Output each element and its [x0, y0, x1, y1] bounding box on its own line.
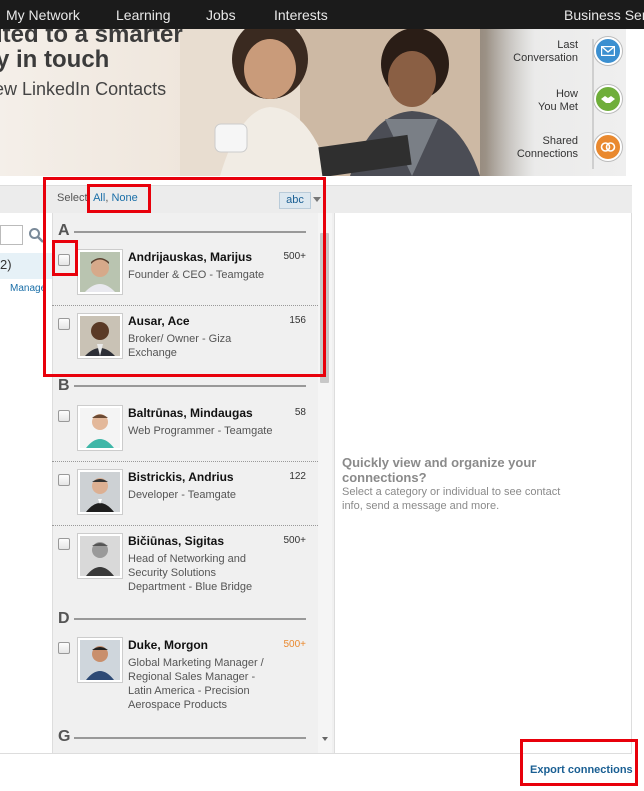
- connection-count: 500+: [283, 535, 306, 546]
- list-separator: [52, 525, 318, 526]
- contact-title: Head of Networking and Security Solution…: [128, 553, 253, 593]
- search-icon[interactable]: [28, 227, 44, 243]
- avatar[interactable]: [77, 469, 123, 515]
- contact-checkbox[interactable]: [58, 642, 70, 654]
- detail-subtext: Select a category or individual to see c…: [342, 486, 561, 512]
- nav-business-services[interactable]: Business Serv: [564, 7, 644, 23]
- contact-checkbox[interactable]: [58, 538, 70, 550]
- nav-jobs[interactable]: Jobs: [206, 7, 236, 23]
- contact-card-biciunas[interactable]: Bičiūnas, Sigitas Head of Networking and…: [52, 531, 318, 609]
- annotation-box-select: [87, 184, 151, 213]
- contact-photo: [80, 472, 120, 512]
- avatar[interactable]: [77, 637, 123, 683]
- contact-card-duke[interactable]: Duke, Morgon Global Marketing Manager / …: [52, 635, 318, 715]
- contact-title: Global Marketing Manager / Regional Sale…: [128, 657, 264, 711]
- contact-name[interactable]: Duke, Morgon: [128, 638, 208, 652]
- contact-checkbox[interactable]: [58, 474, 70, 486]
- search-input[interactable]: [0, 225, 23, 245]
- annotation-box-checkbox: [52, 240, 78, 276]
- hero-subheadline: ew LinkedIn Contacts: [0, 79, 167, 99]
- letter-heading-d: D: [58, 610, 70, 627]
- step-last-conversation: Last Conversation: [513, 39, 578, 64]
- hero-photo: [180, 29, 480, 176]
- contact-card-bistrickis[interactable]: Bistrickis, Andrius Developer - Teamgate…: [52, 467, 318, 525]
- connection-count: 500+: [283, 639, 306, 650]
- hero-headline-2: y in touch: [0, 46, 110, 73]
- contact-name[interactable]: Baltrūnas, Mindaugas: [128, 406, 253, 420]
- contact-name[interactable]: Bistrickis, Andrius: [128, 470, 234, 484]
- nav-my-network[interactable]: My Network: [6, 7, 80, 23]
- contact-photo: [80, 536, 120, 576]
- contact-photo: [80, 640, 120, 680]
- detail-heading: Quickly view and organize your connectio…: [342, 455, 537, 485]
- contact-name[interactable]: Bičiūnas, Sigitas: [128, 534, 224, 548]
- hero-steps: Last Conversation How You Met Shared Con…: [486, 29, 626, 176]
- avatar[interactable]: [77, 405, 123, 451]
- annotation-box-list: [43, 177, 326, 377]
- connection-count: 122: [289, 471, 306, 482]
- handshake-icon: [594, 85, 622, 113]
- letter-rule: [74, 618, 306, 620]
- connection-count: 58: [294, 407, 306, 418]
- contact-title: Developer - Teamgate: [128, 489, 237, 501]
- letter-heading-g: G: [58, 728, 71, 745]
- letter-heading-b: B: [58, 377, 70, 394]
- letter-rule: [74, 385, 306, 387]
- avatar[interactable]: [77, 533, 123, 579]
- hero-banner: ited to a smarter y in touch ew LinkedIn…: [0, 29, 626, 176]
- list-separator: [52, 461, 318, 462]
- letter-rule: [74, 737, 306, 739]
- contact-photo: [80, 408, 120, 448]
- scroll-down-icon[interactable]: [322, 737, 328, 741]
- top-nav: My Network Learning Jobs Interests Busin…: [0, 0, 644, 29]
- contact-checkbox[interactable]: [58, 410, 70, 422]
- contact-card-baltrunas[interactable]: Baltrūnas, Mindaugas Web Programmer - Te…: [52, 403, 318, 461]
- step-shared-connections: Shared Connections: [516, 135, 578, 160]
- nav-learning[interactable]: Learning: [116, 7, 171, 23]
- nav-interests[interactable]: Interests: [274, 7, 328, 23]
- contact-title: Web Programmer - Teamgate: [128, 425, 273, 437]
- step-how-you-met: How You Met: [538, 88, 578, 113]
- rings-icon: [594, 133, 622, 161]
- annotation-box-export: [520, 739, 638, 786]
- envelope-icon: [594, 37, 622, 65]
